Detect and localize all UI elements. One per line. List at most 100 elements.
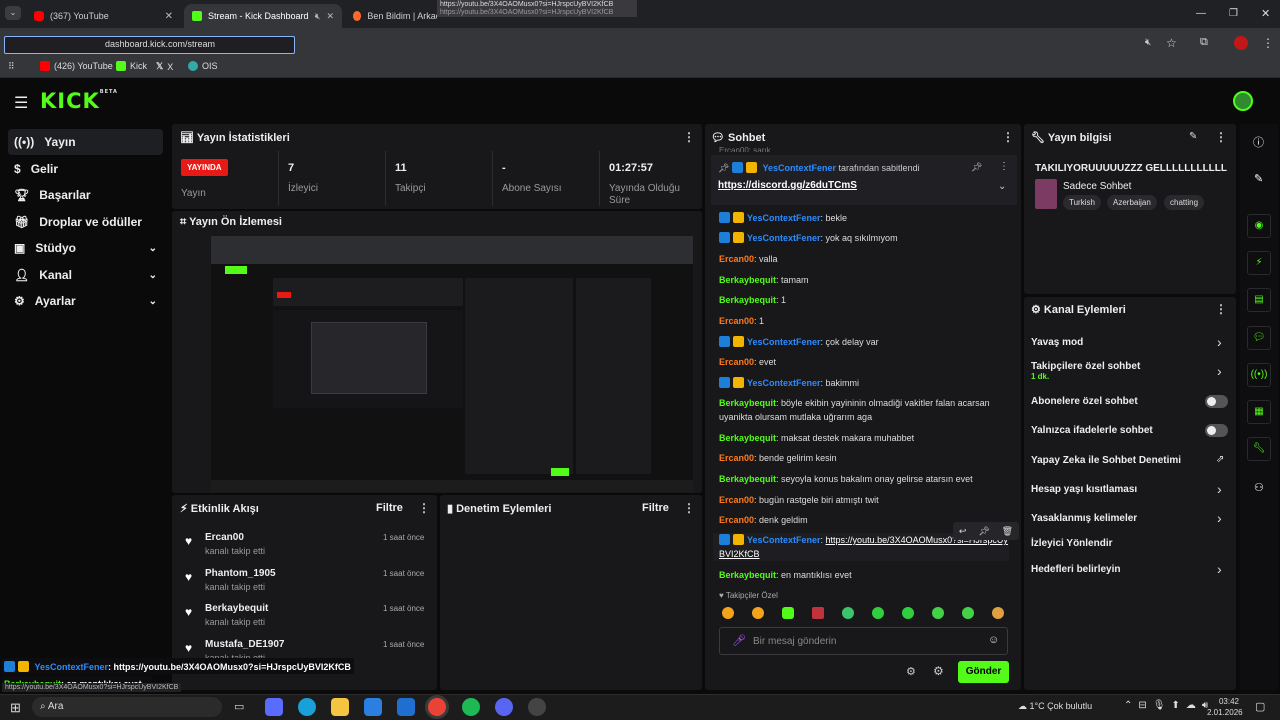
- send-button[interactable]: Gönder: [958, 661, 1009, 683]
- browser-menu-icon[interactable]: ⋮: [1262, 36, 1274, 50]
- clock[interactable]: 03:42 2.01.2026: [1207, 696, 1243, 718]
- pencil-icon[interactable]: ✎: [1254, 172, 1263, 185]
- chat-message[interactable]: Berkaybequit: böyle ekibin yayininin olm…: [719, 396, 1009, 424]
- chat-tools-icon[interactable]: ⚙︎: [933, 664, 944, 678]
- close-icon[interactable]: ✕: [326, 11, 334, 22]
- chrome-icon[interactable]: [428, 698, 446, 716]
- windows-start-icon[interactable]: ⊞: [10, 700, 21, 716]
- bookmark-kick[interactable]: Kick: [116, 61, 147, 71]
- url-input[interactable]: dashboard.kick.com/stream: [4, 36, 295, 54]
- sidebar-item-ayarlar[interactable]: ⚙ Ayarlar ⌄: [8, 288, 163, 314]
- chat-username[interactable]: Berkaybequit: [719, 398, 776, 408]
- pin-icon[interactable]: 📌︎: [978, 526, 989, 537]
- chat-menu-icon[interactable]: ⋮: [1002, 130, 1014, 144]
- chevron-down-icon[interactable]: ⌄: [998, 181, 1006, 192]
- chat-icon[interactable]: 💬︎: [1247, 326, 1271, 350]
- action-followers-chat[interactable]: Takipçilere özel sohbet: [1031, 361, 1140, 372]
- task-view-icon[interactable]: ▭: [234, 700, 244, 713]
- emote-sh[interactable]: [752, 607, 764, 619]
- emote-card[interactable]: [812, 607, 824, 619]
- chat-username[interactable]: Ercan00: [719, 254, 754, 264]
- chat-message[interactable]: Berkaybequit: 1: [719, 293, 1009, 307]
- edit-icon[interactable]: ✎: [1189, 131, 1197, 142]
- window-close-button[interactable]: ✕: [1261, 7, 1270, 20]
- chat-message[interactable]: Ercan00: evet: [719, 355, 1009, 369]
- tag-turkish[interactable]: Turkish: [1063, 195, 1101, 210]
- chevron-right-icon[interactable]: ›: [1217, 481, 1222, 497]
- profile-avatar[interactable]: [1234, 36, 1248, 50]
- bookmark-ois[interactable]: OIS: [188, 61, 218, 71]
- sidebar-item-yayin[interactable]: ((•)) Yayın: [8, 129, 163, 155]
- mute-site-icon[interactable]: 🔇︎: [1145, 37, 1151, 48]
- chat-username[interactable]: Berkaybequit: [719, 474, 776, 484]
- reply-icon[interactable]: ↩: [959, 526, 967, 537]
- chat-username[interactable]: YesContextFener: [747, 378, 821, 388]
- emote-green-1[interactable]: [872, 607, 884, 619]
- wrench-icon[interactable]: 🔧︎: [1247, 437, 1271, 461]
- sidebar-item-studyo[interactable]: ▣ Stüdyo ⌄: [8, 235, 163, 261]
- chat-message[interactable]: Berkaybequit: tamam: [719, 273, 1009, 287]
- emote-globe[interactable]: [842, 607, 854, 619]
- minimize-button[interactable]: —: [1196, 8, 1206, 19]
- mic-icon[interactable]: 🎤︎: [732, 634, 746, 647]
- chat-username[interactable]: Ercan00: [719, 453, 754, 463]
- tray-icons[interactable]: ⌃⊟🎙︎⬆☁🔊︎: [1124, 700, 1214, 711]
- sidebar-item-gelir[interactable]: $ Gelir: [8, 156, 163, 182]
- bookmark-youtube[interactable]: (426) YouTube: [40, 61, 113, 71]
- stats-menu-icon[interactable]: ⋮: [683, 130, 695, 144]
- emote-green-2[interactable]: [902, 607, 914, 619]
- chat-username[interactable]: YesContextFener: [747, 535, 821, 545]
- bookmark-x[interactable]: 𝕏X: [156, 61, 173, 72]
- chat-message[interactable]: Berkaybequit: maksat destek makara muhab…: [719, 431, 1009, 445]
- action-ai-moderation[interactable]: Yapay Zeka ile Sohbet Denetimi: [1031, 455, 1181, 466]
- store-icon[interactable]: [364, 698, 382, 716]
- chat-username[interactable]: Ercan00: [719, 316, 754, 326]
- chat-message[interactable]: YesContextFener: çok delay var: [719, 335, 1009, 349]
- weather-widget[interactable]: ☁ 1°C Çok bulutlu: [1018, 701, 1092, 712]
- chat-input[interactable]: 🎤︎ Bir mesaj gönderin ☺: [719, 627, 1008, 655]
- stream-info-menu-icon[interactable]: ⋮: [1215, 130, 1227, 144]
- outlook-icon[interactable]: [397, 698, 415, 716]
- chat-message[interactable]: Berkaybequit: seyoyla konus bakalım onay…: [719, 472, 1009, 486]
- chat-username[interactable]: Berkaybequit: [719, 433, 776, 443]
- tab-youtube[interactable]: (367) YouTube ✕: [26, 4, 181, 28]
- chevron-right-icon[interactable]: ›: [1217, 510, 1222, 526]
- action-slow-mode[interactable]: Yavaş mod: [1031, 337, 1083, 348]
- action-raid[interactable]: İzleyici Yönlendir: [1031, 538, 1113, 549]
- stream-preview-video[interactable]: [211, 236, 693, 492]
- chat-username[interactable]: Berkaybequit: [719, 295, 776, 305]
- tab-list-button[interactable]: ⌄: [5, 6, 21, 20]
- copilot-icon[interactable]: [265, 698, 283, 716]
- emote-hs[interactable]: [722, 607, 734, 619]
- clipboard-icon[interactable]: ▤: [1247, 288, 1271, 312]
- chat-settings-icon[interactable]: ⚙: [906, 665, 916, 678]
- chat-username[interactable]: Ercan00: [719, 357, 754, 367]
- file-explorer-icon[interactable]: [331, 698, 349, 716]
- chat-message[interactable]: Ercan00: valla: [719, 252, 1009, 266]
- kick-logo[interactable]: KICKBETA: [40, 89, 118, 113]
- trash-icon[interactable]: 🗑︎: [1002, 526, 1013, 537]
- subscribers-chat-toggle[interactable]: [1205, 395, 1228, 408]
- action-banned-words[interactable]: Yasaklanmış kelimeler: [1031, 513, 1137, 524]
- mute-icon[interactable]: 🔇︎: [315, 11, 321, 22]
- emoji-icon[interactable]: ☺: [988, 634, 999, 646]
- chat-message[interactable]: Ercan00: bende gelirim kesin: [719, 451, 1009, 465]
- hamburger-menu-icon[interactable]: ☰: [14, 93, 28, 113]
- chat-message[interactable]: Ercan00: bugün rastgele biri atmıştı twi…: [719, 493, 1009, 507]
- pinned-menu-icon[interactable]: ⋮: [999, 161, 1009, 172]
- events-menu-icon[interactable]: ⋮: [418, 501, 430, 515]
- sidebar-item-droplar[interactable]: 🎁︎ Droplar ve ödüller: [8, 209, 163, 235]
- chat-message[interactable]: Ercan00: 1: [719, 314, 1009, 328]
- discord-icon[interactable]: [495, 698, 513, 716]
- external-link-icon[interactable]: ⇗: [1216, 454, 1224, 465]
- notifications-icon[interactable]: ▢: [1255, 700, 1265, 713]
- chat-username[interactable]: YesContextFener: [747, 213, 821, 223]
- emote-kick[interactable]: [782, 607, 794, 619]
- camera-icon[interactable]: ◉: [1247, 214, 1271, 238]
- chat-username[interactable]: Berkaybequit: [719, 275, 776, 285]
- obs-icon[interactable]: [528, 698, 546, 716]
- chevron-right-icon[interactable]: ›: [1217, 363, 1222, 379]
- bolt-icon[interactable]: ⚡︎: [1247, 251, 1271, 275]
- apps-icon[interactable]: ⠿: [8, 61, 15, 72]
- action-goals[interactable]: Hedefleri belirleyin: [1031, 564, 1120, 575]
